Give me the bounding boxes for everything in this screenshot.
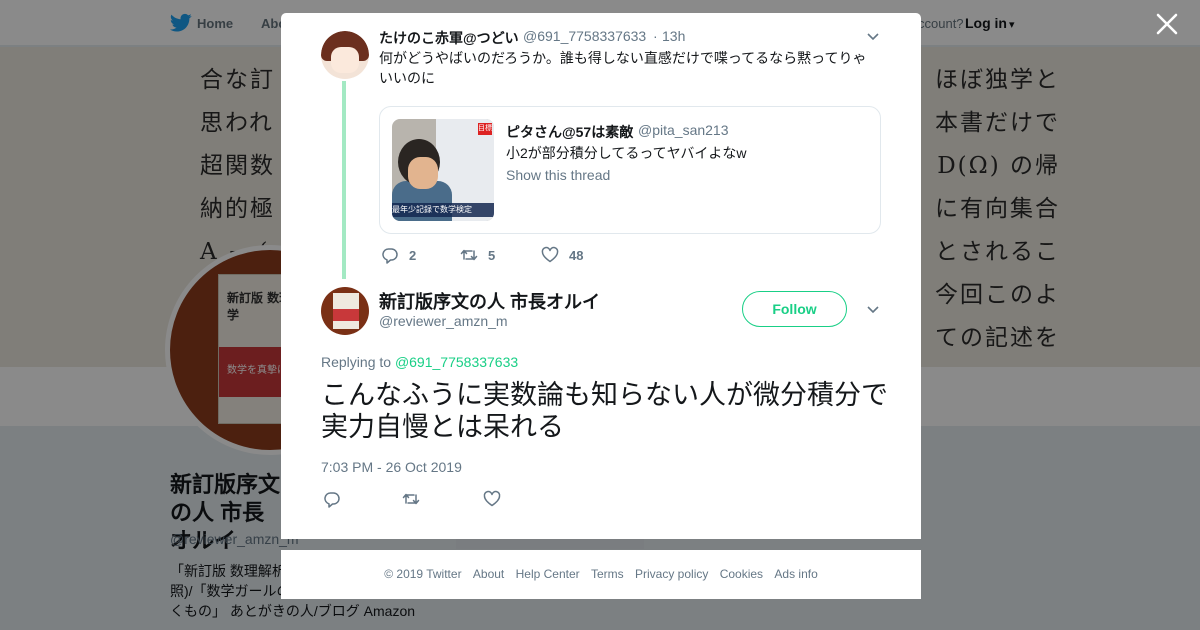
retweet-icon bbox=[460, 249, 478, 261]
quoted-tweet-card[interactable]: 目標 最年少記録で数学検定 ピタさん@57は素敵 @pita_san213 小2… bbox=[379, 106, 881, 234]
chevron-down-icon[interactable] bbox=[867, 306, 879, 314]
chevron-down-icon[interactable] bbox=[867, 33, 879, 41]
quoted-tweet-text: 小2が部分積分してるってヤバイよなw bbox=[506, 145, 747, 161]
thread-connector-line bbox=[342, 81, 346, 279]
follow-button[interactable]: Follow bbox=[742, 291, 847, 327]
footer-link-ads-info[interactable]: Ads info bbox=[774, 567, 817, 581]
footer-link-terms[interactable]: Terms bbox=[591, 567, 624, 581]
avatar-book-band bbox=[333, 309, 359, 321]
heart-icon bbox=[541, 246, 559, 263]
retweet-icon bbox=[402, 493, 420, 505]
reply-icon bbox=[324, 492, 340, 508]
reply-action[interactable] bbox=[323, 490, 343, 508]
quoted-tweet-author-name: ピタさん@57は素敵 bbox=[506, 124, 634, 140]
tweet-modal: たけのこ赤軍@つどい @691_7758337633 · 13h 何がどうやばい… bbox=[281, 13, 921, 539]
footer-link-help-center[interactable]: Help Center bbox=[516, 567, 580, 581]
parent-tweet-author-name[interactable]: たけのこ赤軍@つどい bbox=[379, 28, 519, 48]
image-child-face bbox=[408, 157, 438, 189]
replying-to-label: Replying to bbox=[321, 354, 392, 370]
parent-tweet-timestamp[interactable]: 13h bbox=[662, 28, 685, 44]
image-caption: 最年少記録で数学検定 bbox=[392, 203, 494, 217]
like-count: 48 bbox=[569, 248, 584, 263]
parent-tweet-author-handle[interactable]: @691_7758337633 bbox=[523, 28, 646, 44]
separator-dot: · bbox=[653, 28, 658, 44]
quoted-tweet-image: 目標 最年少記録で数学検定 bbox=[392, 119, 494, 221]
quoted-tweet-author-handle: @pita_san213 bbox=[638, 122, 729, 138]
footer-links: © 2019 Twitter About Help Center Terms P… bbox=[281, 550, 921, 599]
footer-link-about[interactable]: About bbox=[473, 567, 504, 581]
image-badge: 目標 bbox=[478, 123, 492, 135]
like-action[interactable]: 48 bbox=[541, 246, 591, 264]
like-action[interactable] bbox=[483, 490, 503, 508]
parent-tweet-text: 何がどうやばいのだろうか。誰も得しない直感だけで喋ってるなら黙ってりゃいいのに bbox=[379, 50, 867, 86]
reply-action[interactable]: 2 bbox=[381, 246, 431, 264]
close-icon[interactable] bbox=[1156, 13, 1178, 35]
main-tweet-author-handle[interactable]: @reviewer_amzn_m bbox=[379, 313, 508, 329]
footer-copyright: © 2019 Twitter bbox=[384, 567, 462, 581]
avatar-face bbox=[331, 47, 359, 73]
replying-to: Replying to @691_7758337633 bbox=[321, 354, 518, 370]
main-tweet-author-name[interactable]: 新訂版序文の人 市長オルイ bbox=[379, 288, 600, 314]
reply-count: 2 bbox=[409, 248, 417, 263]
main-tweet-date[interactable]: 7:03 PM - 26 Oct 2019 bbox=[321, 459, 462, 475]
retweet-action[interactable]: 5 bbox=[460, 246, 510, 264]
main-tweet-avatar[interactable] bbox=[321, 287, 369, 335]
retweet-count: 5 bbox=[488, 248, 496, 263]
footer-link-cookies[interactable]: Cookies bbox=[720, 567, 763, 581]
reply-icon bbox=[382, 248, 398, 264]
main-tweet-text: こんなふうに実数論も知らない人が微分積分で実力自慢とは呆れる bbox=[321, 380, 888, 442]
show-thread-link[interactable]: Show this thread bbox=[506, 167, 610, 183]
parent-tweet-avatar[interactable] bbox=[321, 31, 369, 79]
retweet-action[interactable] bbox=[402, 490, 422, 508]
replying-to-handle-link[interactable]: @691_7758337633 bbox=[395, 354, 518, 370]
heart-icon bbox=[483, 490, 501, 507]
footer-link-privacy[interactable]: Privacy policy bbox=[635, 567, 708, 581]
